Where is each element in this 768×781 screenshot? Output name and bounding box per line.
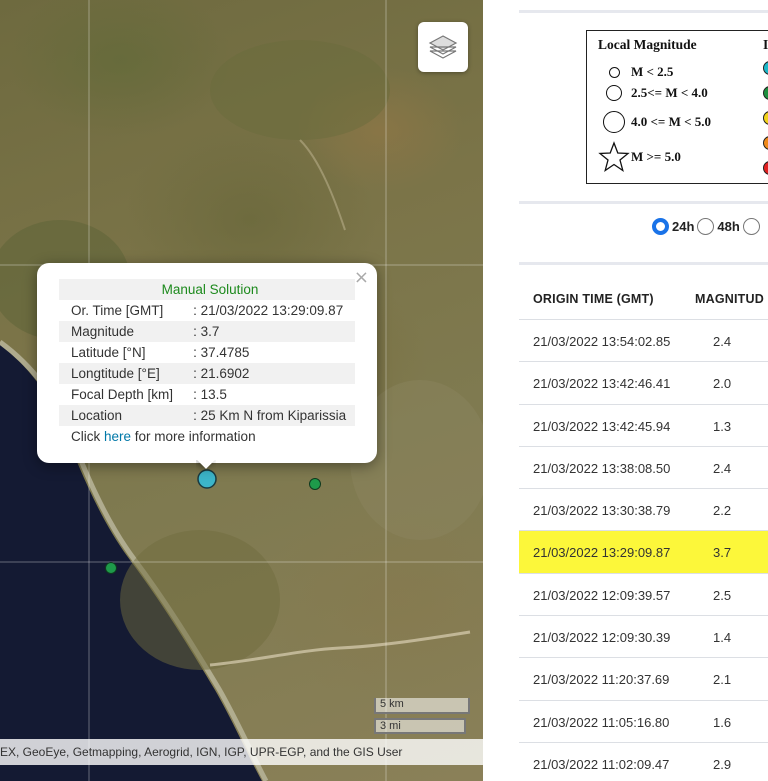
origin-time-cell: 21/03/2022 12:09:30.39	[533, 630, 671, 646]
map-attribution: EX, GeoEye, Getmapping, Aerogrid, IGN, I…	[0, 739, 483, 765]
popup-close-button[interactable]: ×	[354, 267, 369, 288]
more-info-text: Click here for more information	[71, 429, 256, 444]
table-row[interactable]: 21/03/2022 11:02:09.47 2.9	[519, 741, 768, 781]
magnitude-cell: 2.0	[713, 376, 732, 392]
divider	[519, 262, 768, 265]
earthquake-popup: × Manual Solution Or. Time [GMT] : 21/03/…	[37, 263, 377, 463]
depth-color-dot	[763, 161, 768, 175]
popup-tip	[196, 460, 216, 472]
legend-title: Local Magnitude	[598, 37, 697, 52]
legend-depth-title: I	[763, 37, 768, 52]
magnitude-cell: 2.2	[713, 503, 732, 519]
legend-item: M >= 5.0	[597, 141, 681, 173]
legend-item: M < 2.5	[597, 64, 673, 80]
table-row[interactable]: 21/03/2022 13:42:46.41 2.0	[519, 361, 768, 403]
popup-table: Manual Solution Or. Time [GMT] : 21/03/20…	[59, 279, 355, 426]
scale-mi: 3 mi	[374, 718, 466, 734]
medium-circle-icon	[606, 85, 622, 101]
divider	[519, 10, 768, 13]
popup-label: Location	[59, 405, 182, 426]
popup-label: Latitude [°N]	[71, 345, 146, 360]
column-header-origin-time[interactable]: ORIGIN TIME (GMT)	[533, 292, 654, 306]
origin-time-cell: 21/03/2022 11:05:16.80	[533, 714, 670, 730]
magnitude-cell: 2.4	[713, 334, 732, 349]
depth-color-dot	[763, 136, 768, 150]
table-row[interactable]: 21/03/2022 13:38:08.50 2.4	[519, 445, 768, 488]
radio-24h[interactable]	[652, 218, 669, 235]
radio-more[interactable]	[742, 218, 760, 235]
popup-label: Focal Depth [km]	[71, 387, 174, 402]
origin-time-cell: 21/03/2022 13:30:38.79	[533, 503, 671, 519]
popup-value: : 25 Km N from Kiparissia	[181, 405, 355, 426]
magnitude-legend: Local Magnitude I M < 2.5 2.5<= M < 4.0 …	[586, 30, 768, 184]
legend-item: 2.5<= M < 4.0	[597, 85, 708, 101]
popup-value: : 3.7	[181, 321, 355, 342]
table-row[interactable]: 21/03/2022 13:30:38.79 2.2	[519, 488, 768, 530]
earthquake-table: 21/03/2022 13:54:02.85 2.4 21/03/2022 13:…	[519, 319, 768, 781]
magnitude-cell: 1.3	[713, 418, 732, 434]
popup-label: Longtitude [°E]	[59, 363, 182, 384]
earthquake-panel: Local Magnitude I M < 2.5 2.5<= M < 4.0 …	[519, 0, 768, 781]
depth-color-dot	[763, 111, 768, 125]
earthquake-marker[interactable]	[105, 562, 117, 574]
scale-km: 5 km	[374, 698, 470, 714]
origin-time-cell: 21/03/2022 11:20:37.69	[533, 672, 670, 688]
legend-item: 4.0 <= M < 5.0	[597, 111, 711, 133]
magnitude-cell: 2.4	[713, 460, 732, 476]
origin-time-cell: 21/03/2022 13:29:09.87	[533, 545, 671, 561]
magnitude-cell: 2.9	[713, 756, 732, 772]
popup-label: Or. Time [GMT]	[71, 303, 164, 318]
more-info-link[interactable]: here	[104, 429, 131, 444]
layers-icon	[428, 35, 458, 59]
popup-value: : 13.5	[193, 387, 227, 402]
divider	[519, 201, 768, 204]
table-row[interactable]: 21/03/2022 11:20:37.69 2.1	[519, 657, 768, 699]
time-range-selector: 24h 48h	[652, 218, 763, 235]
origin-time-cell: 21/03/2022 11:02:09.47	[533, 756, 670, 772]
earthquake-marker[interactable]	[309, 478, 321, 490]
small-circle-icon	[608, 66, 620, 78]
table-row[interactable]: 21/03/2022 13:54:02.85 2.4	[519, 319, 768, 361]
origin-time-cell: 21/03/2022 13:38:08.50	[533, 460, 671, 476]
table-row[interactable]: 21/03/2022 13:42:45.94 1.3	[519, 403, 768, 446]
magnitude-cell: 3.7	[713, 545, 732, 561]
table-header: ORIGIN TIME (GMT) MAGNITUD	[519, 272, 768, 320]
magnitude-cell: 1.6	[713, 714, 732, 730]
magnitude-cell: 2.5	[713, 587, 732, 603]
popup-title: Manual Solution	[59, 279, 355, 300]
map-view[interactable]: × Manual Solution Or. Time [GMT] : 21/03/…	[0, 0, 483, 781]
large-circle-icon	[603, 111, 625, 133]
table-row[interactable]: 21/03/2022 11:05:16.80 1.6	[519, 699, 768, 742]
popup-value: : 21.6902	[181, 363, 355, 384]
origin-time-cell: 21/03/2022 13:42:45.94	[533, 418, 671, 434]
star-icon	[598, 141, 630, 173]
radio-48h[interactable]	[697, 218, 715, 235]
layers-button[interactable]	[418, 22, 468, 72]
magnitude-cell: 1.4	[713, 630, 732, 646]
origin-time-cell: 21/03/2022 12:09:39.57	[533, 587, 671, 603]
table-row-selected[interactable]: 21/03/2022 13:29:09.87 3.7	[519, 530, 768, 573]
selected-earthquake-marker[interactable]	[197, 469, 217, 489]
depth-color-dot	[763, 86, 768, 100]
popup-value: : 37.4785	[193, 345, 250, 360]
origin-time-cell: 21/03/2022 13:54:02.85	[533, 334, 671, 349]
origin-time-cell: 21/03/2022 13:42:46.41	[533, 376, 671, 392]
table-row[interactable]: 21/03/2022 12:09:39.57 2.5	[519, 572, 768, 615]
column-header-magnitude[interactable]: MAGNITUD	[695, 292, 764, 306]
depth-color-dot	[763, 61, 768, 75]
table-row[interactable]: 21/03/2022 12:09:30.39 1.4	[519, 615, 768, 657]
popup-value: : 21/03/2022 13:29:09.87	[193, 303, 344, 318]
magnitude-cell: 2.1	[713, 672, 732, 688]
popup-label: Magnitude	[59, 321, 182, 342]
